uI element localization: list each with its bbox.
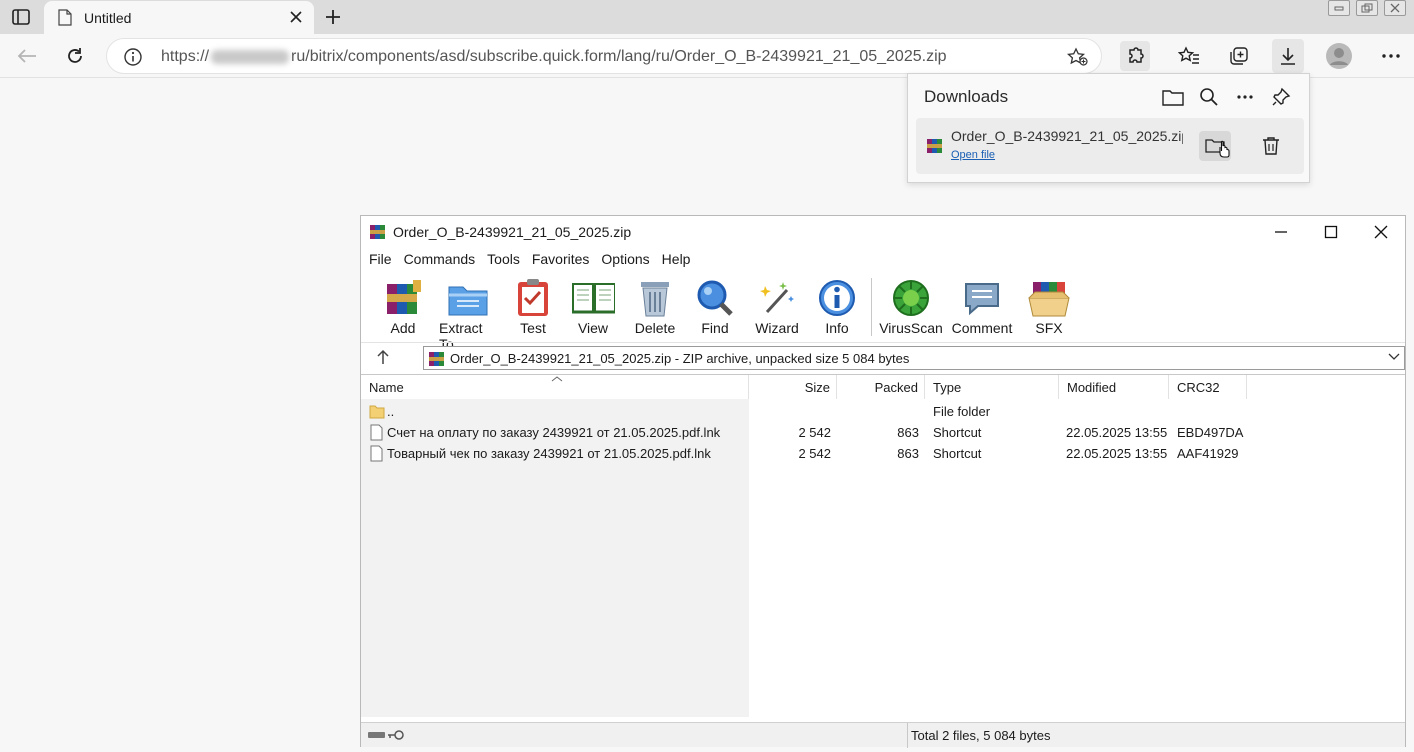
chevron-down-icon[interactable]	[1388, 353, 1400, 361]
downloads-icon[interactable]	[1272, 39, 1304, 73]
show-in-folder-button[interactable]	[1199, 131, 1231, 161]
url-text: https://ru/bitrix/components/asd/subscri…	[161, 48, 947, 65]
browser-tab[interactable]: Untitled	[44, 1, 314, 34]
virusscan-icon	[889, 276, 933, 320]
menu-file[interactable]: File	[369, 248, 392, 272]
test-button[interactable]: Test	[511, 276, 555, 336]
site-info-icon[interactable]	[123, 47, 143, 67]
winrar-app-icon	[369, 223, 387, 241]
menu-commands[interactable]: Commands	[404, 248, 476, 272]
page-icon	[58, 9, 72, 26]
column-type[interactable]: Type	[925, 375, 1059, 399]
delete-button[interactable]: Delete	[633, 276, 677, 336]
add-button[interactable]: Add	[381, 276, 425, 336]
wizard-wand-icon	[755, 276, 799, 320]
downloads-panel: Downloads Order_O_B-2439921_21_05_2025.z…	[907, 73, 1310, 183]
sfx-icon	[1027, 276, 1071, 320]
downloads-title: Downloads	[924, 87, 1009, 106]
menu-options[interactable]: Options	[601, 248, 649, 272]
winrar-close-icon[interactable]	[1361, 220, 1401, 244]
browser-toolbar: https://ru/bitrix/components/asd/subscri…	[0, 34, 1414, 78]
menu-help[interactable]: Help	[662, 248, 691, 272]
wizard-button[interactable]: Wizard	[753, 276, 801, 336]
test-clipboard-icon	[511, 276, 555, 320]
minimize-icon[interactable]	[1328, 0, 1350, 16]
menu-favorites[interactable]: Favorites	[532, 248, 590, 272]
refresh-icon[interactable]	[60, 41, 90, 71]
key-icon	[387, 728, 405, 742]
file-icon	[370, 424, 383, 441]
collections-icon[interactable]	[1224, 41, 1254, 71]
tab-title: Untitled	[84, 9, 132, 26]
column-modified[interactable]: Modified	[1059, 375, 1169, 399]
add-favorite-icon[interactable]	[1067, 47, 1089, 67]
archive-icon	[428, 350, 446, 368]
restore-icon[interactable]	[1356, 0, 1378, 16]
file-list: Name Size Packed Type Modified CRC32 .. …	[361, 374, 1405, 717]
sort-arrow-icon	[551, 375, 563, 383]
winrar-title: Order_O_B-2439921_21_05_2025.zip	[393, 224, 632, 240]
sidebar-toggle-icon[interactable]	[10, 6, 32, 28]
profile-avatar[interactable]	[1324, 41, 1354, 71]
delete-icon[interactable]	[1262, 136, 1280, 156]
add-archive-icon	[381, 276, 425, 320]
open-file-link[interactable]: Open file	[951, 149, 995, 161]
winrar-title-bar: Order_O_B-2439921_21_05_2025.zip	[361, 216, 1405, 248]
view-button[interactable]: View	[569, 276, 617, 336]
favorites-icon[interactable]	[1174, 41, 1204, 71]
extract-folder-icon	[446, 276, 490, 320]
info-icon	[815, 276, 859, 320]
winrar-archive-icon	[926, 137, 944, 155]
winrar-maximize-icon[interactable]	[1311, 220, 1351, 244]
path-text: Order_O_B-2439921_21_05_2025.zip - ZIP a…	[450, 350, 910, 366]
download-item[interactable]: Order_O_B-2439921_21_05_2025.zip Open fi…	[916, 118, 1304, 174]
pin-icon[interactable]	[1268, 84, 1294, 110]
search-downloads-icon[interactable]	[1196, 84, 1222, 110]
browser-tab-bar: Untitled	[0, 0, 1414, 34]
download-file-name: Order_O_B-2439921_21_05_2025.zip	[951, 128, 1183, 144]
drive-icon	[367, 729, 387, 741]
table-row[interactable]: Товарный чек по заказу 2439921 от 21.05.…	[361, 443, 1405, 464]
winrar-menu-bar: File Commands Tools Favorites Options He…	[361, 248, 1405, 272]
open-downloads-folder-icon[interactable]	[1160, 84, 1186, 110]
view-book-icon	[571, 276, 615, 320]
find-magnifier-icon	[693, 276, 737, 320]
extract-to-button[interactable]: Extract To	[439, 276, 497, 352]
close-tab-icon[interactable]	[288, 9, 304, 25]
path-field[interactable]: Order_O_B-2439921_21_05_2025.zip - ZIP a…	[423, 346, 1405, 370]
menu-tools[interactable]: Tools	[487, 248, 520, 272]
comment-button[interactable]: Comment	[951, 276, 1013, 336]
toolbar-separator	[871, 278, 872, 336]
table-row[interactable]: Счет на оплату по заказу 2439921 от 21.0…	[361, 422, 1405, 443]
more-options-icon[interactable]	[1376, 41, 1406, 71]
path-row: Order_O_B-2439921_21_05_2025.zip - ZIP a…	[361, 342, 1405, 372]
comment-bubble-icon	[960, 276, 1004, 320]
address-bar[interactable]: https://ru/bitrix/components/asd/subscri…	[106, 38, 1102, 74]
find-button[interactable]: Find	[693, 276, 737, 336]
delete-bin-icon	[633, 276, 677, 320]
status-bar: Total 2 files, 5 084 bytes	[361, 722, 1405, 748]
status-text: Total 2 files, 5 084 bytes	[911, 728, 1051, 743]
downloads-more-icon[interactable]	[1232, 84, 1258, 110]
column-crc32[interactable]: CRC32	[1169, 375, 1247, 399]
redacted-domain	[211, 49, 290, 64]
file-icon	[370, 445, 383, 462]
column-packed[interactable]: Packed	[837, 375, 925, 399]
winrar-toolbar: Add Extract To Test View Delete Find Wiz…	[361, 274, 1405, 352]
table-row[interactable]: .. File folder	[361, 401, 1405, 422]
folder-icon	[369, 403, 385, 419]
info-button[interactable]: Info	[815, 276, 859, 336]
column-size[interactable]: Size	[749, 375, 837, 399]
extensions-icon[interactable]	[1120, 41, 1150, 71]
back-icon[interactable]	[12, 41, 42, 71]
winrar-window: Order_O_B-2439921_21_05_2025.zip File Co…	[360, 215, 1406, 748]
status-divider	[907, 723, 908, 748]
virusscan-button[interactable]: VirusScan	[879, 276, 943, 336]
up-folder-icon[interactable]	[375, 349, 391, 365]
new-tab-button[interactable]	[322, 6, 344, 28]
sfx-button[interactable]: SFX	[1025, 276, 1073, 336]
window-controls	[1328, 0, 1406, 18]
winrar-minimize-icon[interactable]	[1261, 220, 1301, 244]
close-window-icon[interactable]	[1384, 0, 1406, 16]
